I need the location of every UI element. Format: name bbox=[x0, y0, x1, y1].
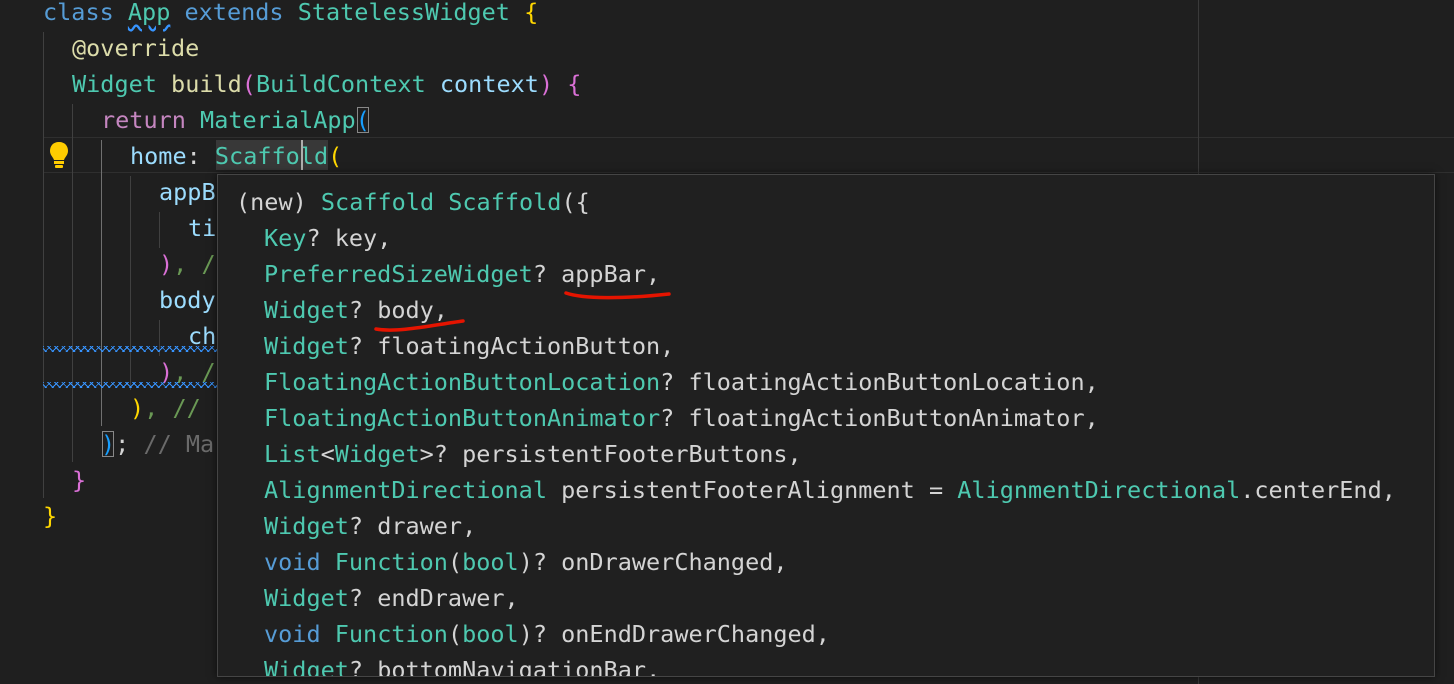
code-line-13: ); // Ma bbox=[101, 430, 215, 458]
signature-line: (new) Scaffold Scaffold({ bbox=[236, 188, 590, 216]
param-line: void Function(bool)? onDrawerChanged, bbox=[264, 548, 788, 576]
param-line: Widget? bottomNavigationBar, bbox=[264, 656, 661, 677]
indent-guide bbox=[72, 104, 73, 462]
code-line-3: Widget build(BuildContext context) { bbox=[72, 70, 582, 98]
param-line: Widget? body, bbox=[264, 296, 448, 324]
code-line-8: ), / bbox=[159, 250, 216, 278]
param-line: AlignmentDirectional persistentFooterAli… bbox=[264, 476, 1396, 504]
param-line: PreferredSizeWidget? appBar, bbox=[264, 260, 661, 288]
code-line-1: class App extends StatelessWidget { bbox=[43, 0, 539, 26]
code-line-14: } bbox=[72, 466, 87, 494]
text-cursor bbox=[301, 140, 303, 170]
code-line-7: ti bbox=[188, 214, 217, 242]
param-line: List<Widget>? persistentFooterButtons, bbox=[264, 440, 802, 468]
indent-guide bbox=[130, 176, 131, 390]
lightbulb-icon[interactable] bbox=[48, 141, 70, 169]
code-line-15: } bbox=[43, 502, 58, 530]
class-name-app: App bbox=[127, 0, 171, 26]
param-line: Widget? endDrawer, bbox=[264, 584, 519, 612]
param-line: void Function(bool)? onEndDrawerChanged, bbox=[264, 620, 830, 648]
code-line-9: body bbox=[159, 286, 216, 314]
scaffold-token: Scaffold bbox=[214, 142, 329, 170]
warning-squiggle bbox=[43, 382, 218, 388]
indent-guide bbox=[43, 32, 44, 498]
param-line: Widget? drawer, bbox=[264, 512, 477, 540]
code-line-2: @override bbox=[72, 34, 200, 62]
code-line-12: ), // bbox=[130, 394, 201, 422]
param-line: FloatingActionButtonLocation? floatingAc… bbox=[264, 368, 1099, 396]
param-line: Key? key, bbox=[264, 224, 392, 252]
param-line: Widget? floatingActionButton, bbox=[264, 332, 675, 360]
warning-squiggle bbox=[43, 346, 218, 352]
hover-tooltip: (new) Scaffold Scaffold({ Key? key, Prefe… bbox=[217, 174, 1435, 677]
code-line-4: return MaterialApp( bbox=[101, 106, 370, 134]
code-editor[interactable]: class App extends StatelessWidget { @ove… bbox=[0, 0, 1454, 684]
code-line-6: appB bbox=[159, 178, 216, 206]
code-line-5: home: Scaffold( bbox=[130, 142, 343, 170]
param-line: FloatingActionButtonAnimator? floatingAc… bbox=[264, 404, 1099, 432]
indent-guide bbox=[159, 212, 160, 248]
